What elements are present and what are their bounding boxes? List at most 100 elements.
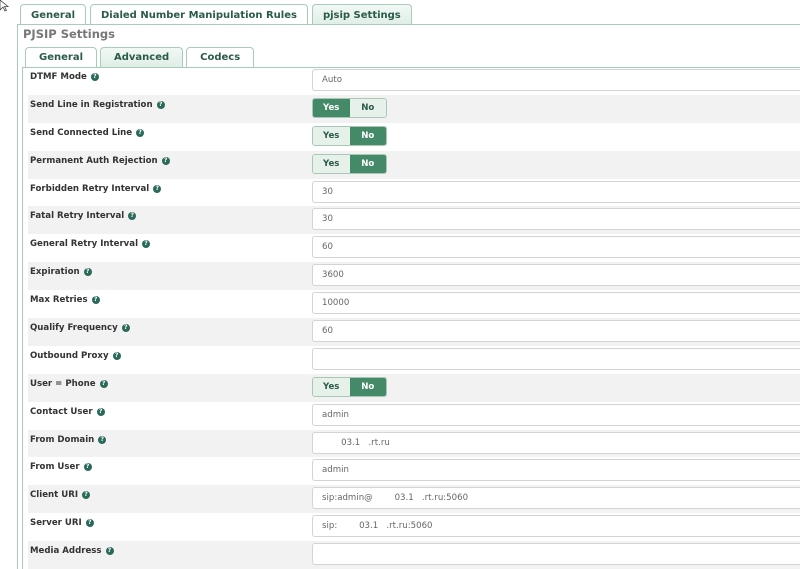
setting-label-text: Media Address: [30, 546, 102, 557]
help-icon[interactable]: ?: [99, 379, 108, 388]
tab-pjsip-settings[interactable]: pjsip Settings: [311, 4, 412, 25]
setting-label: Outbound Proxy?: [30, 351, 121, 361]
settings-rows: DTMF Mode? Auto Send Line in Registration?…: [28, 67, 800, 569]
expiration-input[interactable]: 3600: [312, 264, 800, 287]
tab-general[interactable]: General: [20, 4, 86, 25]
contact-user-input[interactable]: admin: [312, 403, 800, 426]
help-icon[interactable]: ?: [83, 463, 92, 472]
setting-row-from-user: From User? admin: [28, 457, 800, 485]
setting-row-from-domain: From Domain? 03.1 .rt.ru: [28, 429, 800, 458]
toggle-yes-button[interactable]: Yes: [313, 154, 350, 173]
user-phone-toggle[interactable]: Yes No: [312, 376, 387, 397]
subtab-codecs[interactable]: Codecs: [186, 47, 255, 67]
sub-tab-bar: General Advanced Codecs: [25, 47, 255, 67]
forbidden-retry-interval-input[interactable]: 30: [312, 180, 800, 203]
setting-label: General Retry Interval?: [30, 239, 151, 250]
setting-row-server-uri: Server URI? sip: 03.1 .rt.ru:5060: [28, 513, 800, 541]
toggle-yes-button[interactable]: Yes: [313, 98, 350, 117]
setting-label-text: Permanent Auth Rejection: [30, 155, 158, 166]
setting-label: DTMF Mode?: [30, 72, 99, 82]
toggle-yes-button[interactable]: Yes: [313, 126, 350, 145]
help-icon[interactable]: ?: [85, 519, 94, 528]
permanent-auth-rejection-toggle[interactable]: Yes No: [312, 153, 387, 174]
server-uri-input[interactable]: sip: 03.1 .rt.ru:5060: [312, 515, 800, 538]
setting-label: User = Phone?: [30, 379, 108, 389]
help-icon[interactable]: ?: [112, 351, 121, 360]
toggle-yes-button[interactable]: Yes: [313, 377, 350, 396]
from-domain-input[interactable]: 03.1 .rt.ru: [312, 431, 800, 454]
setting-label-text: Server URI: [30, 518, 82, 529]
send-connected-line-toggle[interactable]: Yes No: [312, 125, 387, 146]
setting-row-general-retry-interval: General Retry Interval? 60: [28, 234, 800, 262]
toggle-no-button[interactable]: No: [349, 98, 386, 117]
setting-label-text: User = Phone: [30, 378, 96, 389]
send-line-in-registration-toggle[interactable]: Yes No: [312, 97, 387, 118]
setting-row-outbound-proxy: Outbound Proxy?: [28, 346, 800, 374]
help-icon[interactable]: ?: [90, 73, 99, 81]
setting-label: Server URI?: [30, 518, 94, 528]
pjsip-settings-panel: PJSIP Settings General Advanced Codecs D…: [17, 24, 800, 569]
help-icon[interactable]: ?: [82, 491, 91, 500]
setting-row-send-line-in-registration: Send Line in Registration? Yes No: [28, 94, 800, 123]
setting-label-text: DTMF Mode: [30, 72, 87, 82]
help-icon[interactable]: ?: [121, 324, 130, 333]
setting-label: Client URI?: [30, 490, 91, 501]
setting-label-text: From Domain: [30, 434, 95, 445]
setting-row-dtmf-mode: DTMF Mode? Auto: [28, 67, 800, 95]
advanced-settings-form: DTMF Mode? Auto Send Line in Registration?…: [22, 67, 800, 569]
qualify-frequency-input[interactable]: 60: [312, 320, 800, 343]
setting-label-text: Expiration: [30, 267, 80, 278]
subtab-general[interactable]: General: [25, 47, 97, 67]
setting-label-text: Qualify Frequency: [30, 323, 118, 334]
client-uri-input[interactable]: sip:admin@ 03.1 .rt.ru:5060: [312, 487, 800, 510]
setting-label: Contact User?: [30, 407, 105, 417]
toggle-no-button[interactable]: No: [349, 154, 386, 173]
setting-row-forbidden-retry-interval: Forbidden Retry Interval? 30: [28, 179, 800, 207]
help-icon[interactable]: ?: [83, 268, 92, 277]
setting-row-media-address: Media Address?: [28, 541, 800, 569]
setting-row-send-connected-line: Send Connected Line? Yes No: [28, 123, 800, 151]
panel-title: PJSIP Settings: [23, 27, 115, 41]
help-icon[interactable]: ?: [91, 296, 100, 305]
fatal-retry-interval-input[interactable]: 30: [312, 208, 800, 231]
setting-label: Expiration?: [30, 267, 92, 277]
setting-label-text: Send Connected Line: [30, 127, 133, 138]
outbound-proxy-input[interactable]: [312, 347, 800, 370]
setting-row-qualify-frequency: Qualify Frequency? 60: [28, 318, 800, 346]
setting-label-text: Send Line in Registration: [30, 99, 153, 110]
max-retries-input[interactable]: 10000: [312, 292, 800, 315]
setting-label: From User?: [30, 462, 92, 472]
media-address-input[interactable]: [312, 543, 800, 566]
setting-label: From Domain?: [30, 434, 107, 445]
tab-dialed-number-manipulation-rules[interactable]: Dialed Number Manipulation Rules: [90, 4, 308, 25]
help-icon[interactable]: ?: [128, 212, 137, 221]
setting-row-user-phone: User = Phone? Yes No: [28, 373, 800, 402]
top-tab-bar: General Dialed Number Manipulation Rules…: [20, 4, 412, 25]
subtab-advanced[interactable]: Advanced: [100, 47, 184, 67]
setting-row-client-uri: Client URI? sip:admin@ 03.1 .rt.ru:5060: [28, 485, 800, 514]
setting-label-text: Client URI: [30, 490, 79, 501]
setting-label: Qualify Frequency?: [30, 323, 130, 333]
setting-row-max-retries: Max Retries? 10000: [28, 290, 800, 318]
setting-label-text: Contact User: [30, 406, 93, 417]
setting-row-contact-user: Contact User? admin: [28, 402, 800, 430]
setting-label-text: Fatal Retry Interval: [30, 211, 125, 222]
toggle-no-button[interactable]: No: [349, 126, 386, 145]
setting-label-text: General Retry Interval: [30, 239, 139, 250]
from-user-input[interactable]: admin: [312, 459, 800, 482]
help-icon[interactable]: ?: [153, 184, 162, 193]
help-icon[interactable]: ?: [156, 100, 165, 109]
toggle-no-button[interactable]: No: [349, 377, 386, 396]
mouse-cursor-icon: [0, 0, 10, 12]
help-icon[interactable]: ?: [96, 407, 105, 416]
general-retry-interval-input[interactable]: 60: [312, 236, 800, 259]
help-icon[interactable]: ?: [161, 156, 170, 165]
help-icon[interactable]: ?: [136, 128, 145, 137]
help-icon[interactable]: ?: [105, 547, 114, 556]
setting-label: Forbidden Retry Interval?: [30, 183, 162, 194]
help-icon[interactable]: ?: [98, 435, 107, 444]
setting-label-text: Forbidden Retry Interval: [30, 183, 150, 194]
help-icon[interactable]: ?: [142, 240, 151, 249]
dtmf-mode-select[interactable]: Auto: [312, 69, 800, 91]
setting-label: Send Line in Registration?: [30, 100, 165, 110]
